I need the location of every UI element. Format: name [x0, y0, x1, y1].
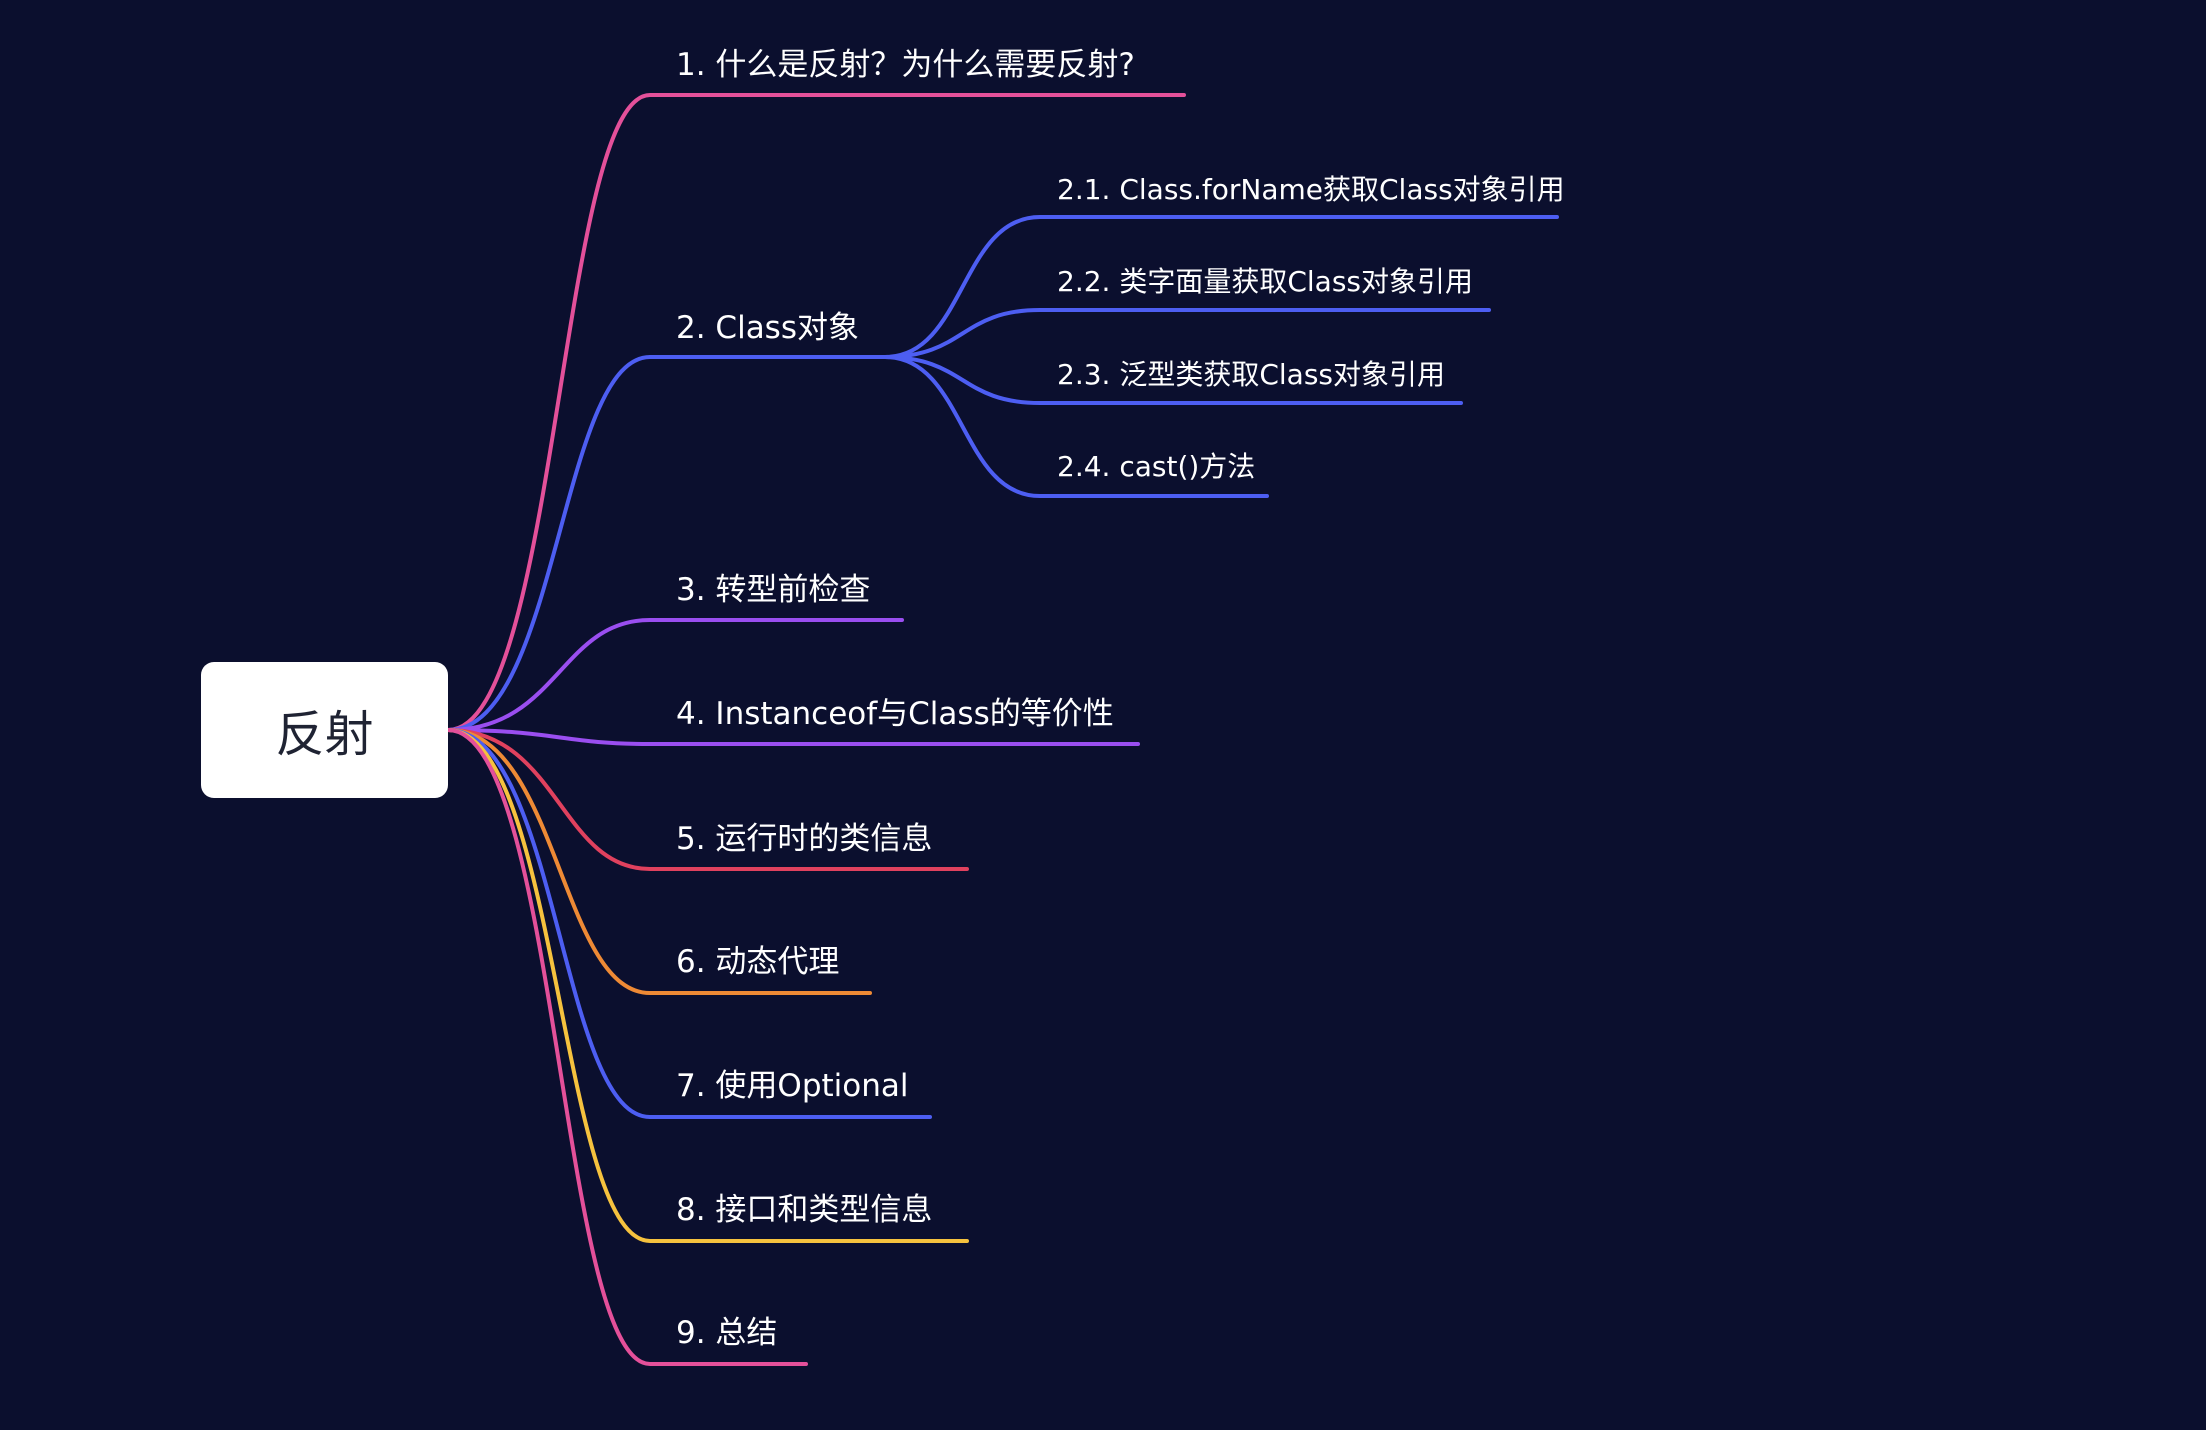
connector-subtopic-2-2	[883, 308, 1491, 359]
topic-2-label[interactable]: 2. Class对象	[676, 313, 859, 344]
connector-topic-4	[446, 728, 1140, 746]
subtopic-2-3-label[interactable]: 2.3. 泛型类获取Class对象引用	[1057, 361, 1445, 389]
topic-7-label[interactable]: 7. 使用Optional	[676, 1071, 909, 1102]
connector-topic-2	[446, 355, 887, 732]
subtopic-2-1-label[interactable]: 2.1. Class.forName获取Class对象引用	[1057, 176, 1565, 204]
root-topic[interactable]: 反射	[201, 662, 448, 798]
connector-topic-7	[446, 728, 932, 1119]
topic-3-label[interactable]: 3. 转型前检查	[676, 575, 870, 606]
subtopic-2-2-label[interactable]: 2.2. 类字面量获取Class对象引用	[1057, 268, 1473, 296]
topic-5-label[interactable]: 5. 运行时的类信息	[676, 824, 932, 855]
topic-1-label[interactable]: 1. 什么是反射？为什么需要反射?	[676, 50, 1135, 81]
topic-9-label[interactable]: 9. 总结	[676, 1318, 777, 1349]
topic-4-label[interactable]: 4. Instanceof与Class的等价性	[676, 699, 1114, 730]
connector-topic-8	[446, 728, 969, 1243]
topic-6-label[interactable]: 6. 动态代理	[676, 947, 839, 978]
root-topic-label: 反射	[275, 705, 374, 763]
mindmap-canvas: 反射 1. 什么是反射？为什么需要反射? 2. Class对象 2.1. Cla…	[0, 0, 2206, 1430]
subtopic-2-4-label[interactable]: 2.4. cast()方法	[1057, 453, 1255, 481]
topic-8-label[interactable]: 8. 接口和类型信息	[676, 1195, 932, 1226]
